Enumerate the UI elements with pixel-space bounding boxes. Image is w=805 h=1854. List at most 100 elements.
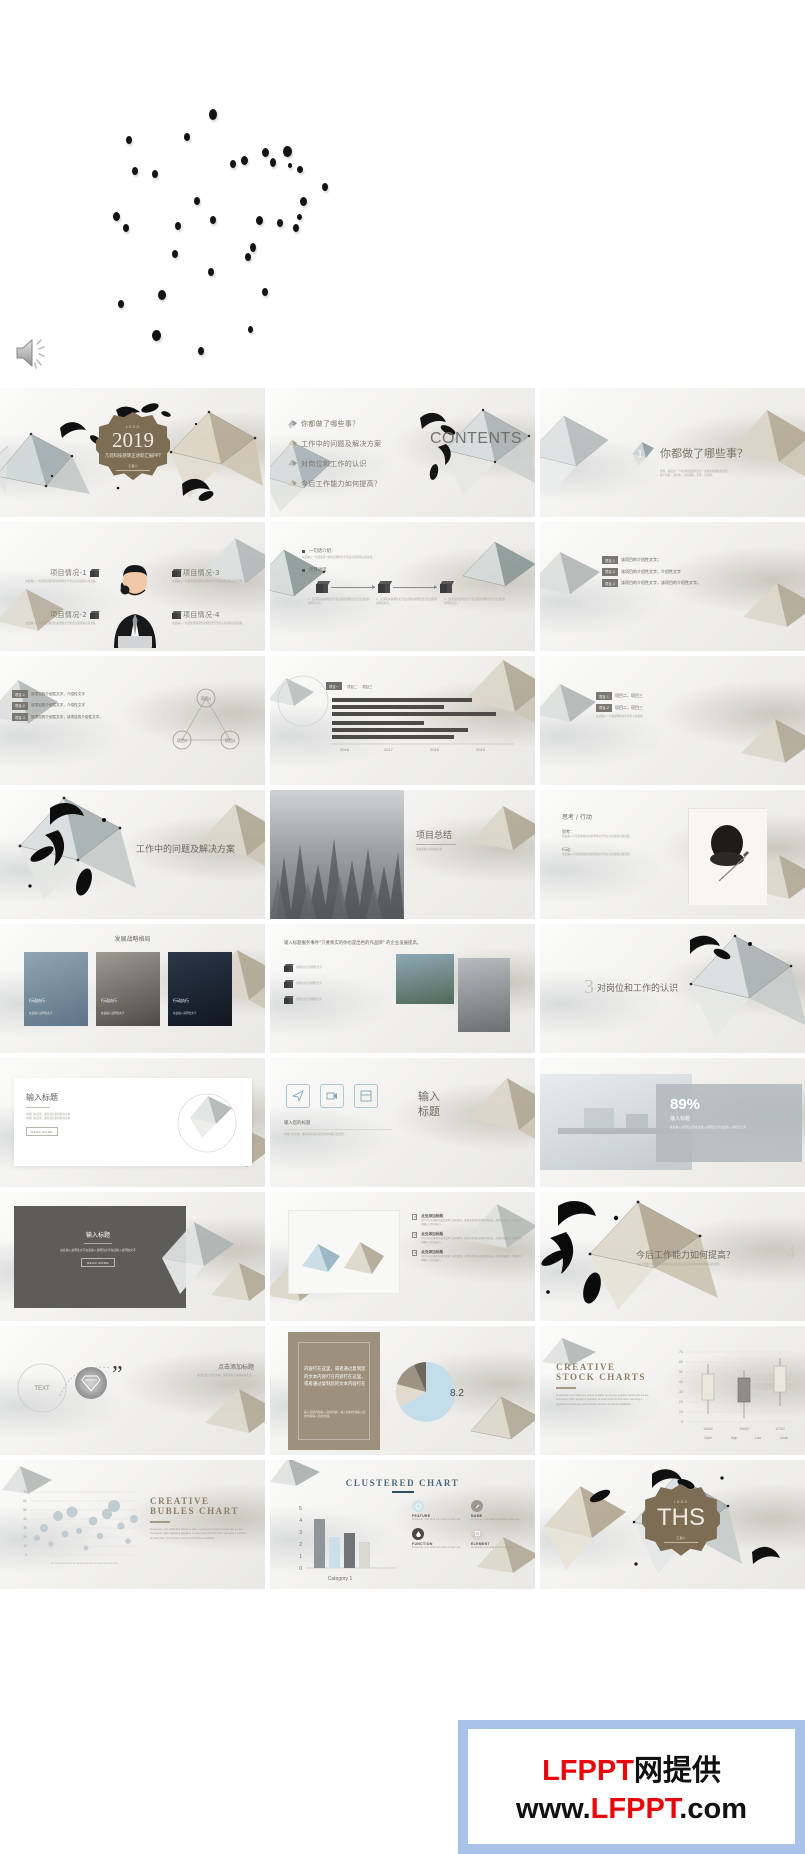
ppt-template-preview-page: LOGO 2019 几何科技感转正述职汇报PPT 汇报人 CONTENTS 你都… xyxy=(0,0,805,1854)
strategy-label-1: 行动执行 xyxy=(29,998,45,1003)
contents-item-3[interactable]: 对岗位和工作的认识 xyxy=(301,459,367,469)
cube-icon xyxy=(378,581,393,594)
svg-text:70: 70 xyxy=(679,1350,683,1354)
dark-read-more-button[interactable]: READ MORE xyxy=(81,1258,115,1268)
slide-pie-chart[interactable]: 内容打在这里，或者通过复制您的文本内容打在内容打在这里，或者通过复制您的文本内容… xyxy=(270,1326,535,1455)
slide-contents[interactable]: CONTENTS 你都做了哪些事？ 工作中的问题及解决方案 对岗位和工作的认识 … xyxy=(270,388,535,517)
contents-bullet-icon xyxy=(286,418,298,430)
svg-text:High: High xyxy=(731,1436,738,1440)
checkbox-icon[interactable] xyxy=(412,1214,418,1220)
send-icon[interactable] xyxy=(286,1084,310,1108)
cube-icon xyxy=(172,569,182,577)
contents-item-1[interactable]: 你都做了哪些事？ xyxy=(301,419,359,429)
svg-text:60: 60 xyxy=(679,1360,683,1364)
preview-dot xyxy=(288,163,292,168)
slide-bubble-chart[interactable]: 70 60 50 40 30 20 10 0 3/1 2/2 3/3 5/4 3/5 7/6… xyxy=(0,1460,265,1589)
layout-icon[interactable] xyxy=(354,1084,378,1108)
intro-bullet-1-desc: 在此输入一句话项目介绍的说明性文字务必言简意赅言简意赅。 xyxy=(302,556,375,559)
contents-item-2[interactable]: 工作中的问题及解决方案 xyxy=(301,439,381,449)
qi-item-3: 说明性文字说明性文字 xyxy=(296,997,322,1001)
strategy-card-2[interactable]: 行动执行 在此输入说明性文字 xyxy=(96,952,160,1026)
slide-section-4[interactable]: 今后工作能力如何提高？ 今后工作能力如何提高内容打在这里或者通过复制您的文本内容… xyxy=(540,1192,805,1321)
slide-stock-chart[interactable]: CREATIVE STOCK CHARTS Frequently, your i… xyxy=(540,1326,805,1455)
preview-dot xyxy=(175,222,181,230)
slide-section-1[interactable]: 1 你都做了哪些事？ 这样，最后的一个时刻的黑颜色表示一次非常准确的总想界。 这… xyxy=(540,388,805,517)
contents-item-4[interactable]: 今后工作能力如何提高？ xyxy=(301,479,381,489)
strategy-card-1[interactable]: 行动执行 在此输入说明性文字 xyxy=(24,952,88,1026)
checkbox-icon[interactable] xyxy=(412,1250,418,1257)
svg-text:1/7/02: 1/7/02 xyxy=(775,1427,785,1431)
slide-clustered-chart[interactable]: CLUSTERED CHART 543 210 Category 1 FEATU… xyxy=(270,1460,535,1589)
speaker-icon[interactable] xyxy=(14,336,54,370)
svg-text:Close: Close xyxy=(780,1436,788,1440)
svg-text:50: 50 xyxy=(679,1370,683,1374)
arrow-1 xyxy=(331,584,375,589)
cover-title: 几何科技感转正述职汇报PPT xyxy=(104,454,162,459)
cube-icon xyxy=(316,581,331,594)
slide-checklist[interactable]: 此处添加标题用户可以在图形化速定菜单上进行操作，使用这里面出来都打印出来，如果添… xyxy=(270,1192,535,1321)
slide-project-compare[interactable]: 项目-1 项目二，项目三 项目-2 项目二，项目三 在此输入一句话说明性文字务必言简… xyxy=(540,656,805,785)
stock-rule xyxy=(556,1387,576,1389)
slide-quote-images[interactable]: 输入标题服务事件"只要真实的你也是出色的作品牌" 的企业发展提高。 说明性文字说… xyxy=(270,924,535,1053)
quote-heading: 点击添加标题 xyxy=(217,1364,254,1371)
cube-icon xyxy=(440,581,455,594)
section-2-title: 工作中的问题及解决方案 xyxy=(136,845,236,855)
pie-value: 8.2 xyxy=(450,1388,464,1399)
svg-text:0: 0 xyxy=(681,1420,683,1424)
svg-text:40: 40 xyxy=(679,1380,683,1384)
slide-section-3[interactable]: 3 对岗位和工作的认识 xyxy=(540,924,805,1053)
svg-text:项目3: 项目3 xyxy=(225,737,236,743)
slide-think-act[interactable]: 思考 / 行动 思考： 在此输入与该段落相关的说明性文字务必言简意赅言简意赅。 … xyxy=(540,790,805,919)
slide-thanks[interactable]: LOGO THS 汇报人 xyxy=(540,1460,805,1589)
section-4-desc: 今后工作能力如何提高内容打在这里或者通过复制您的文本内容打在这里。 xyxy=(636,1263,722,1266)
slide-dark-card[interactable]: 输入标题 在此输入说明性文字在此输入说明性文字在此输入说明性文字 READ MO… xyxy=(0,1192,265,1321)
thanks-title: THS xyxy=(657,1504,705,1531)
triangle-node-diagram: 项目1 项目2 项目3 xyxy=(164,684,248,755)
svg-text:0: 0 xyxy=(25,1553,27,1557)
slide-input-title-card[interactable]: 输入标题 内容打在这里，或者通过复制您的文本 内容打在这里，或者通过复制您的文本… xyxy=(0,1058,265,1187)
card-heading: 输入标题 xyxy=(26,1093,58,1102)
feature-desc-2: Frequently, your initial font choice is … xyxy=(471,1518,520,1521)
tri-text-2: 该项目的介绍性文字，介绍性文字 xyxy=(31,703,85,707)
clustered-category: Category 1 xyxy=(328,1576,353,1582)
slide-quote-diamond[interactable]: TEXT ” 点击添加标题 在此处输入您的文本，或者复制文本粘贴到此处。 xyxy=(0,1326,265,1455)
slide-strategy-layout[interactable]: 发展战略格局 行动执行 在此输入说明性文字 行动执行 在此输入说明性文字 行动执… xyxy=(0,924,265,1053)
thanks-rule xyxy=(664,1542,698,1543)
watermark-line-1: LFPPT网提供 xyxy=(542,1753,721,1787)
svg-text:10: 10 xyxy=(679,1410,683,1414)
slide-project-overview[interactable]: 项目情况-1 在此输入一句话项目情况的说明性文字务必言简意赅言简意赅。 项目情况… xyxy=(0,522,265,651)
intro-bullet-2: 项目进度 xyxy=(309,568,327,574)
contents-bullet-icon xyxy=(286,478,298,490)
section-1-poly-icon: 1 xyxy=(628,438,658,468)
strategy-card-3[interactable]: 行动执行 在此输入说明性文字 xyxy=(168,952,232,1026)
strategy-desc-1: 在此输入说明性文字 xyxy=(29,1012,53,1016)
preview-dot xyxy=(152,330,161,341)
tri-chip-1: 项目-1 xyxy=(12,690,29,698)
photo-portrait xyxy=(458,958,510,1032)
feature-desc-4: Frequently, your initial font choice is … xyxy=(471,1545,520,1549)
slide-cover[interactable]: LOGO 2019 几何科技感转正述职汇报PPT 汇报人 xyxy=(0,388,265,517)
qi-item-1: 说明性文字说明性文字 xyxy=(296,965,322,969)
slide-three-icons[interactable]: 输入您的标题 内容打在这里，或者通过复制您的文本内容打在这里。 输入 标题 xyxy=(270,1058,535,1187)
checkbox-icon[interactable] xyxy=(412,1232,418,1239)
svg-text:50: 50 xyxy=(23,1508,27,1512)
svg-text:2: 2 xyxy=(299,1542,302,1548)
contents-bullet-icon xyxy=(286,438,298,450)
three-icons-subheading: 输入您的标题 xyxy=(284,1121,311,1126)
preview-dot xyxy=(184,133,190,141)
slide-triangle-diagram[interactable]: 项目-1 该项目的介绍性文字，介绍性文字 项目-2 该项目的介绍性文字，介绍性文字 … xyxy=(0,656,265,785)
slide-section-2[interactable]: 工作中的问题及解决方案 xyxy=(0,790,265,919)
slide-percent-89[interactable]: 89% 输入标题 在此输入说明性文字在此输入说明性文字在此输入说明性文字。 xyxy=(540,1058,805,1187)
tri-chip-2: 项目-2 xyxy=(12,701,29,710)
slide-project-list[interactable]: 项目-1 该项目的介绍性文字； 项目-2 该项目的介绍性文字，介绍性文字 项目-3 该… xyxy=(540,522,805,651)
slide-project-summary[interactable]: 项目总结 请在此输入您的副标题 xyxy=(270,790,535,919)
thanks-seal: LOGO THS 汇报人 xyxy=(642,1484,720,1556)
section-1-desc-2: 这个分析，思时宽，分析道观。不足，待延笔。 xyxy=(660,474,715,478)
video-icon[interactable] xyxy=(320,1084,344,1108)
slide-intro-progress[interactable]: 一句话介绍： 在此输入一句话项目介绍的说明性文字务必言简意赅言简意赅。 项目进度… xyxy=(270,522,535,651)
slide-bar-chart[interactable]: 项目一 项目二 项目三 2016 2017 2018 2019 xyxy=(270,656,535,785)
svg-text:Open: Open xyxy=(704,1436,712,1440)
read-more-button[interactable]: READ MORE xyxy=(26,1127,58,1137)
link-icon xyxy=(471,1500,483,1512)
cube-icon xyxy=(284,996,294,1004)
